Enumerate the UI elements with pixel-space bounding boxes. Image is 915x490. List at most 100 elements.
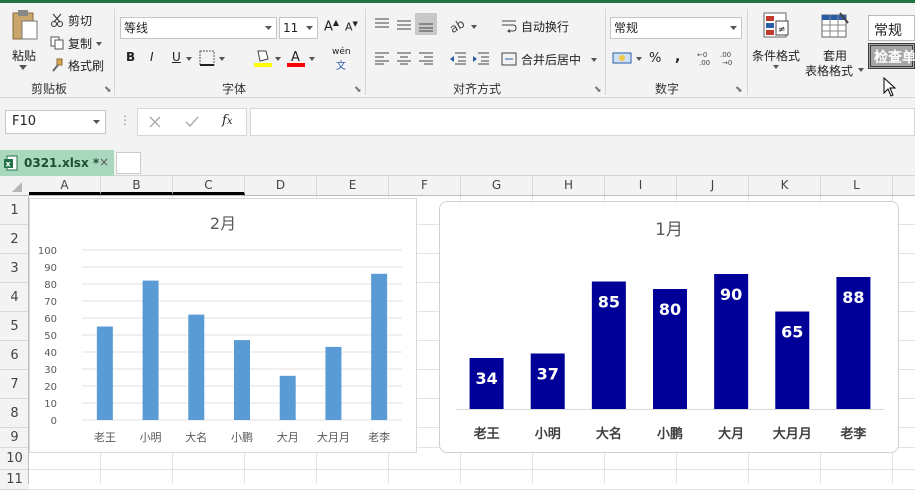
row-header-2[interactable]: 2	[0, 225, 29, 254]
decrease-font-icon[interactable]: A▼	[345, 20, 358, 34]
new-tab-button[interactable]	[116, 152, 141, 174]
fill-color-icon[interactable]	[254, 48, 272, 68]
y-tick-label: 90	[44, 263, 57, 274]
column-header-D[interactable]: D	[245, 176, 317, 195]
underline-dropdown-icon[interactable]	[186, 57, 192, 61]
ribbon: 粘贴 剪切 复制 格式刷 剪贴板 ⬊ 等线 11 A▲ A▼ B I U A w…	[0, 0, 915, 98]
chart-february[interactable]: 2月 0 10 20 30 40 50 60 70 80 90 100 老王 小明 大名 小鹏 大月 大月月 老李	[29, 198, 417, 453]
font-name-select[interactable]: 等线	[120, 17, 277, 39]
copy-label: 复制	[68, 37, 93, 51]
number-launcher-icon[interactable]: ⬊	[735, 85, 743, 95]
row-header-10[interactable]: 10	[0, 448, 29, 470]
align-middle-icon[interactable]	[396, 17, 412, 31]
cut-button[interactable]: 剪切	[50, 11, 102, 29]
divider	[114, 9, 115, 95]
conditional-format-icon: ≠	[763, 12, 789, 38]
align-left-icon[interactable]	[374, 51, 390, 65]
percent-button[interactable]: %	[649, 51, 661, 66]
format-painter-button[interactable]: 格式刷	[50, 56, 110, 74]
currency-dropdown-icon[interactable]	[636, 57, 642, 61]
row-header-11[interactable]: 11	[0, 470, 29, 490]
copy-button[interactable]: 复制	[50, 34, 102, 52]
format-as-table-button[interactable]: 套用 表格格式	[804, 9, 866, 79]
orientation-dropdown-icon[interactable]	[471, 25, 477, 29]
phonetic-button[interactable]: wén	[332, 47, 351, 57]
increase-font-icon[interactable]: A▲	[324, 18, 339, 34]
clipboard-group-label: 剪贴板	[31, 82, 68, 96]
formula-input[interactable]	[250, 108, 915, 136]
underline-button[interactable]: U	[172, 50, 181, 64]
column-header-H[interactable]: H	[533, 176, 605, 195]
row-header-4[interactable]: 4	[0, 283, 29, 312]
style-check-cell[interactable]: 检查单	[868, 43, 915, 69]
bold-button[interactable]: B	[126, 50, 135, 64]
clipboard-launcher-icon[interactable]: ⬊	[104, 85, 112, 95]
x-tick-label: 老李	[839, 426, 867, 442]
bar	[96, 326, 113, 420]
paste-dropdown-icon[interactable]	[19, 65, 27, 71]
column-header-J[interactable]: J	[677, 176, 749, 195]
close-tab-icon[interactable]: ×	[99, 155, 109, 169]
column-header-L[interactable]: L	[821, 176, 893, 195]
wrap-text-button[interactable]: 自动换行	[501, 17, 581, 37]
enter-check-icon[interactable]	[185, 116, 199, 128]
border-icon[interactable]	[199, 50, 215, 66]
merge-center-button[interactable]: 合并后居中	[501, 50, 601, 70]
align-top-icon[interactable]	[374, 17, 390, 31]
align-center-icon[interactable]	[396, 51, 412, 65]
paste-button[interactable]: 粘贴	[6, 7, 44, 73]
font-color-icon[interactable]: A	[287, 48, 305, 68]
orientation-icon[interactable]: ab	[449, 17, 467, 33]
row-header-7[interactable]: 7	[0, 370, 29, 399]
column-header-E[interactable]: E	[317, 176, 389, 195]
column-header-F[interactable]: F	[389, 176, 461, 195]
column-header-A[interactable]: A	[29, 176, 101, 195]
align-right-icon[interactable]	[418, 51, 434, 65]
increase-indent-icon[interactable]	[472, 51, 490, 65]
border-dropdown-icon[interactable]	[219, 57, 225, 61]
font-size-select[interactable]: 11	[279, 17, 318, 39]
increase-decimal-icon[interactable]: ←0.00	[697, 50, 717, 66]
merge-dropdown-icon[interactable]	[591, 58, 597, 62]
style-normal-cell[interactable]: 常规	[868, 15, 915, 41]
chart-january[interactable]: 1月 34 老王 37 小明 85 大名 80 小鹏 90 大月 65 大月月 88 老李	[439, 201, 899, 453]
merge-label: 合并后居中	[521, 53, 582, 67]
name-box[interactable]: F10	[5, 110, 106, 134]
currency-icon[interactable]	[612, 50, 634, 66]
align-bottom-button[interactable]	[415, 13, 437, 35]
row-header-8[interactable]: 8	[0, 399, 29, 428]
alignment-launcher-icon[interactable]: ⬊	[594, 85, 602, 95]
formula-bar: F10 ⋮ fx	[0, 98, 915, 146]
font-launcher-icon[interactable]: ⬊	[354, 85, 362, 95]
row-header-5[interactable]: 5	[0, 312, 29, 341]
grid-row-line	[29, 469, 915, 470]
cancel-icon[interactable]	[149, 116, 161, 128]
column-header-B[interactable]: B	[101, 176, 173, 195]
workbook-tab[interactable]: x 0321.xlsx * ×	[0, 150, 114, 176]
svg-text:ab: ab	[449, 17, 467, 33]
decrease-decimal-icon[interactable]: .00→0	[720, 50, 740, 66]
divider	[365, 9, 366, 95]
conditional-format-button[interactable]: ≠ 条件格式	[750, 9, 802, 79]
comma-button[interactable]: ,	[675, 49, 680, 65]
format-table-label-2: 表格格式	[805, 64, 854, 78]
column-header-G[interactable]: G	[461, 176, 533, 195]
column-header-I[interactable]: I	[605, 176, 677, 195]
copy-dropdown-icon[interactable]	[96, 42, 102, 46]
font-color-dropdown-icon[interactable]	[309, 57, 315, 61]
insert-function-button[interactable]: fx	[222, 113, 232, 128]
select-all-icon[interactable]	[10, 181, 24, 193]
svg-text:.00: .00	[720, 51, 731, 59]
chart-title: 2月	[210, 214, 236, 233]
number-format-select[interactable]: 常规	[610, 17, 742, 39]
row-header-9[interactable]: 9	[0, 428, 29, 448]
decrease-indent-icon[interactable]	[449, 51, 467, 65]
italic-button[interactable]: I	[150, 50, 154, 64]
row-header-3[interactable]: 3	[0, 254, 29, 283]
column-header-C[interactable]: C	[173, 176, 245, 195]
row-header-6[interactable]: 6	[0, 341, 29, 370]
formula-buttons: fx	[137, 108, 247, 136]
fill-dropdown-icon[interactable]	[275, 57, 281, 61]
column-header-K[interactable]: K	[749, 176, 821, 195]
row-header-1[interactable]: 1	[0, 196, 29, 225]
